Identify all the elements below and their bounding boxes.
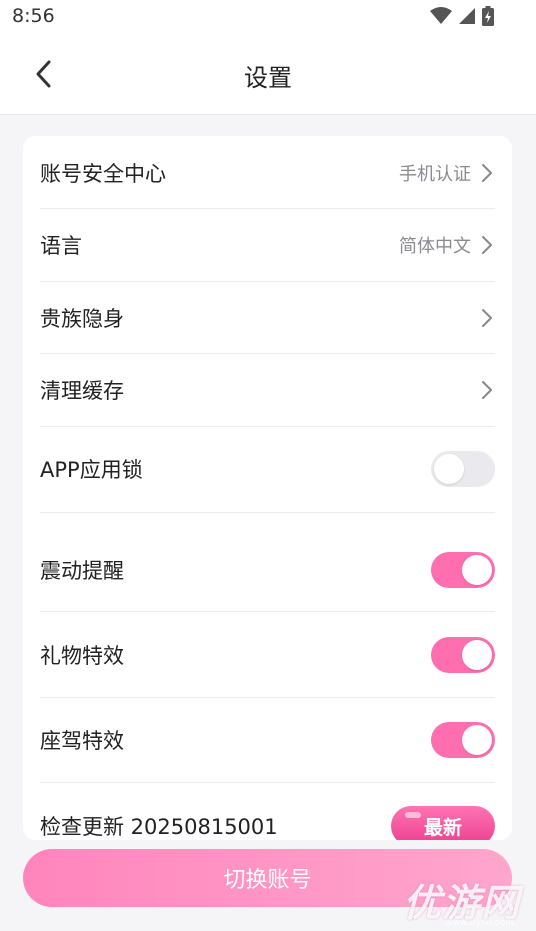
app-lock-label: APP应用锁 [40,458,143,482]
language-value: 简体中文 [399,236,471,257]
watermark-url: www.uyou.com [445,918,514,928]
language-row[interactable]: 语言 简体中文 [40,222,495,268]
divider [40,611,495,612]
divider [40,512,495,513]
status-bar: 8:56 [0,0,536,34]
account-security-row[interactable]: 账号安全中心 手机认证 [40,150,495,196]
chevron-right-icon [482,236,492,254]
divider [40,697,495,698]
account-security-label: 账号安全中心 [40,162,166,186]
app-lock-row: APP应用锁 [40,446,495,492]
badge-shine [405,812,421,818]
page-title: 设置 [244,64,292,92]
gift-effects-label: 礼物特效 [40,644,124,668]
mount-effects-label: 座驾特效 [40,729,124,753]
chevron-right-icon [482,381,492,399]
vibration-toggle[interactable] [431,552,495,588]
noble-invisible-row[interactable]: 贵族隐身 [40,295,495,341]
switch-account-label: 切换账号 [223,868,312,893]
check-update-row[interactable]: 检查更新 20250815001 最新 [40,803,495,840]
account-security-value: 手机认证 [399,164,471,185]
latest-version-badge[interactable]: 最新 [391,806,495,840]
check-update-label: 检查更新 20250815001 [40,815,278,839]
nav-header: 设置 [0,34,536,115]
toggle-knob [434,454,464,484]
latest-version-label: 最新 [423,816,462,839]
vibration-row: 震动提醒 [40,547,495,593]
chevron-right-icon [482,164,492,182]
clear-cache-label: 清理缓存 [40,379,124,403]
app-lock-toggle[interactable] [431,451,495,487]
cellular-signal-icon [459,8,475,24]
status-icons [430,6,494,26]
status-time: 8:56 [12,5,55,27]
toggle-knob [462,555,492,585]
divider [40,281,495,282]
battery-charging-icon [482,6,494,26]
divider [40,782,495,783]
wifi-icon [430,7,452,24]
gift-effects-toggle[interactable] [431,637,495,673]
divider [40,426,495,427]
settings-card: 账号安全中心 手机认证 语言 简体中文 贵族隐身 清理缓存 APP应用锁 震动提… [23,136,512,840]
clear-cache-row[interactable]: 清理缓存 [40,367,495,413]
divider [40,353,495,354]
divider [40,208,495,209]
vibration-label: 震动提醒 [40,559,124,583]
language-label: 语言 [40,234,82,258]
mount-effects-row: 座驾特效 [40,717,495,763]
chevron-right-icon [482,309,492,327]
toggle-knob [462,640,492,670]
mount-effects-toggle[interactable] [431,722,495,758]
gift-effects-row: 礼物特效 [40,632,495,678]
noble-invisible-label: 贵族隐身 [40,307,124,331]
toggle-knob [462,725,492,755]
